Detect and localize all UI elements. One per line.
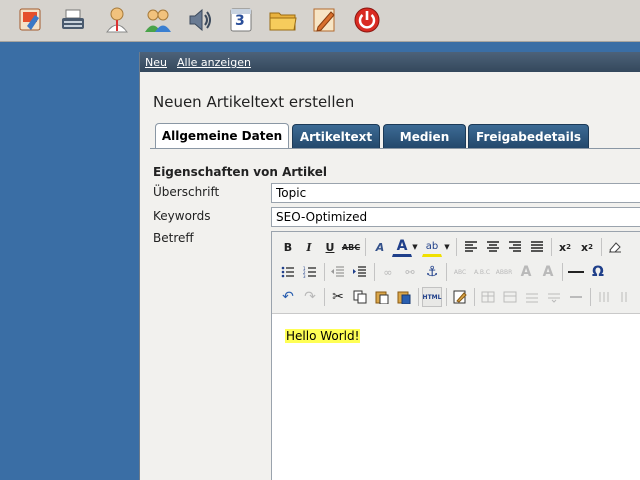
- menubar: Neu Alle anzeigen: [140, 52, 640, 72]
- editor-content-area[interactable]: Hello World!: [272, 314, 640, 480]
- tab-general[interactable]: Allgemeine Daten: [155, 123, 289, 148]
- calendar-day: 3: [235, 13, 245, 29]
- menu-show-all[interactable]: Alle anzeigen: [177, 56, 251, 69]
- speaker-icon[interactable]: [185, 5, 215, 35]
- bold-icon[interactable]: B: [278, 237, 298, 257]
- calendar-icon[interactable]: 3: [226, 5, 256, 35]
- eraser-icon[interactable]: [605, 237, 625, 257]
- copy-icon[interactable]: [350, 287, 370, 307]
- strikethrough-icon[interactable]: ABC: [341, 237, 361, 257]
- row-after-icon[interactable]: [544, 287, 564, 307]
- unlink-icon[interactable]: ⚯: [400, 262, 420, 282]
- paste-word-icon[interactable]: [394, 287, 414, 307]
- italic-icon[interactable]: I: [299, 237, 319, 257]
- taskbar: 3: [0, 0, 640, 42]
- align-left-icon[interactable]: [461, 237, 481, 257]
- rich-text-editor: B I U ABC A A ▼ ab ▼ x2 x2 1 2 3 ∞ ⚯ ⚓ A…: [271, 231, 640, 480]
- tab-media[interactable]: Medien: [383, 124, 466, 148]
- section-title: Eigenschaften von Artikel: [153, 165, 328, 179]
- link-icon[interactable]: ∞: [378, 262, 398, 282]
- style-c-icon[interactable]: ABBR: [494, 262, 514, 282]
- subscript-icon[interactable]: x2: [555, 237, 575, 257]
- html-source-icon[interactable]: HTML: [422, 287, 442, 307]
- style-a-icon[interactable]: ABC: [450, 262, 470, 282]
- users-icon[interactable]: [143, 5, 173, 35]
- editor-toolbar: B I U ABC A A ▼ ab ▼ x2 x2 1 2 3 ∞ ⚯ ⚓ A…: [272, 232, 640, 314]
- highlight-icon[interactable]: ab: [422, 237, 442, 257]
- undo-icon[interactable]: ↶: [278, 287, 298, 307]
- font-a-icon[interactable]: A: [516, 262, 536, 282]
- keywords-label: Keywords: [153, 209, 211, 223]
- editor-text[interactable]: Hello World!: [285, 329, 361, 343]
- edit-icon[interactable]: [450, 287, 470, 307]
- table-icon[interactable]: [478, 287, 498, 307]
- heading-input[interactable]: [271, 183, 640, 203]
- indent-icon[interactable]: [350, 262, 370, 282]
- text-color-dropdown-icon[interactable]: ▼: [410, 237, 420, 257]
- align-center-icon[interactable]: [483, 237, 503, 257]
- horizontal-rule-icon[interactable]: [566, 262, 586, 282]
- numbered-list-icon[interactable]: 123: [300, 262, 320, 282]
- align-right-icon[interactable]: [505, 237, 525, 257]
- page-title: Neuen Artikeltext erstellen: [153, 93, 355, 111]
- article-window: Neu Alle anzeigen Neuen Artikeltext erst…: [139, 52, 640, 480]
- svg-text:3: 3: [303, 274, 306, 278]
- window-content: Neuen Artikeltext erstellen Allgemeine D…: [140, 72, 640, 480]
- subject-label: Betreff: [153, 231, 194, 245]
- cut-icon[interactable]: ✂: [328, 287, 348, 307]
- home-icon[interactable]: [16, 5, 46, 35]
- bullet-list-icon[interactable]: [278, 262, 298, 282]
- typewriter-icon[interactable]: [58, 5, 88, 35]
- special-char-icon[interactable]: Ω: [588, 262, 608, 282]
- underline-icon[interactable]: U: [320, 237, 340, 257]
- justify-icon[interactable]: [527, 237, 547, 257]
- paste-icon[interactable]: [372, 287, 392, 307]
- row-before-icon[interactable]: [522, 287, 542, 307]
- redo-icon[interactable]: ↷: [300, 287, 320, 307]
- table-props-icon[interactable]: [500, 287, 520, 307]
- col-after-icon[interactable]: [616, 287, 636, 307]
- outdent-icon[interactable]: [328, 262, 348, 282]
- text-color-icon[interactable]: A: [392, 237, 412, 257]
- style-b-icon[interactable]: A.B.C: [472, 262, 492, 282]
- power-icon[interactable]: [352, 5, 382, 35]
- folder-icon[interactable]: [268, 5, 298, 35]
- keywords-input[interactable]: [271, 207, 640, 227]
- tab-release-details[interactable]: Freigabedetails: [468, 124, 589, 148]
- highlight-dropdown-icon[interactable]: ▼: [442, 237, 452, 257]
- col-before-icon[interactable]: [594, 287, 614, 307]
- edit-document-icon[interactable]: [310, 5, 340, 35]
- tab-article-text[interactable]: Artikeltext: [292, 124, 380, 148]
- user-icon[interactable]: [102, 5, 132, 35]
- font-style-icon[interactable]: A: [370, 237, 390, 257]
- menu-new[interactable]: Neu: [145, 56, 167, 69]
- heading-label: Überschrift: [153, 185, 220, 199]
- delete-row-icon[interactable]: [566, 287, 586, 307]
- anchor-icon[interactable]: ⚓: [422, 262, 442, 282]
- font-b-icon[interactable]: A: [538, 262, 558, 282]
- superscript-icon[interactable]: x2: [577, 237, 597, 257]
